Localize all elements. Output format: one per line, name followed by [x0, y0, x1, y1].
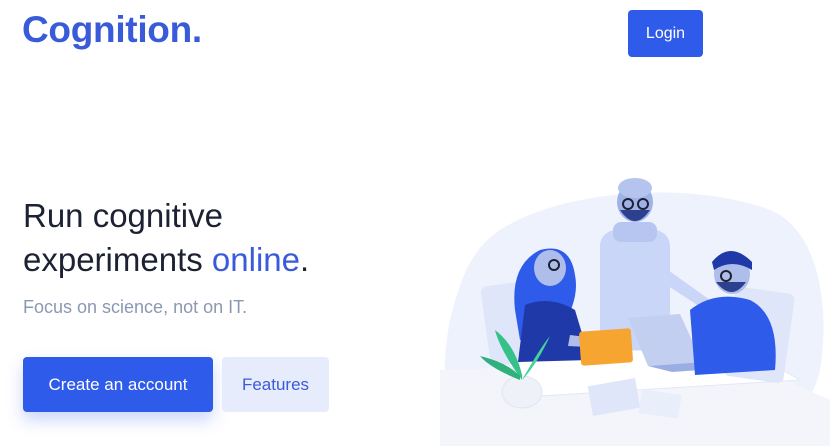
headline-suffix: . [300, 241, 310, 278]
hero-subheadline: Focus on science, not on IT. [23, 297, 248, 317]
team-working-illustration [440, 178, 830, 446]
logo[interactable]: Cognition. [22, 8, 202, 52]
landing-page: Cognition. Login Run cognitive experimen… [0, 0, 830, 446]
create-account-button[interactable]: Create an account [23, 357, 213, 412]
headline-accent: online [211, 241, 300, 278]
hero-headline: Run cognitive experiments online. [23, 194, 309, 282]
login-button[interactable]: Login [628, 10, 703, 57]
orange-folder [579, 328, 633, 366]
features-button[interactable]: Features [222, 357, 329, 412]
headline-line-2-prefix: experiments [23, 241, 212, 278]
headline-line-1: Run cognitive [23, 197, 223, 234]
